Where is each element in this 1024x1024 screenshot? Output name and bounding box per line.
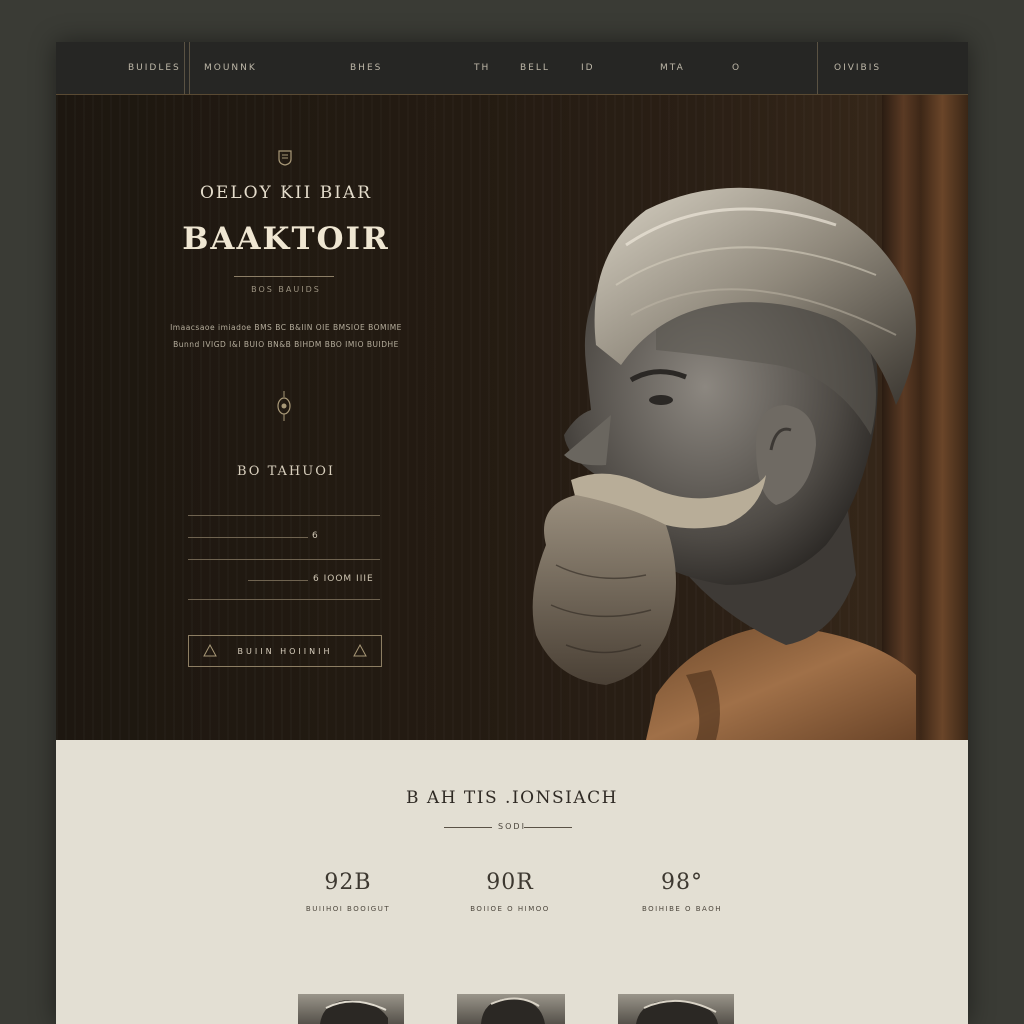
haircut-thumbnail-image: [636, 999, 718, 1024]
nav-divider: [817, 42, 818, 94]
nav-item-5[interactable]: ID: [581, 63, 595, 73]
ornament-icon: [203, 644, 217, 657]
haircut-thumbnail[interactable]: [457, 994, 565, 1024]
services-subtitle: SODI: [498, 822, 526, 831]
form-line: [188, 537, 308, 538]
hero-description: Imaacsaoe imiadoe BMS BC B&IIN OIE BMSIO…: [168, 319, 404, 353]
stat-item: 92B BUIIHOI BOOIGUT: [278, 870, 418, 913]
option-label-1[interactable]: 6: [312, 531, 319, 541]
nav-divider: [184, 42, 185, 94]
book-button[interactable]: BUIIN HOIINIH: [188, 635, 382, 667]
stat-item: 98° BOIHIBE O BAOH: [612, 870, 752, 913]
crest-icon: [278, 150, 292, 166]
nav-left-label[interactable]: BUIDLES: [128, 63, 181, 73]
nav-item-2[interactable]: BHES: [350, 63, 382, 73]
stat-value: 98°: [661, 870, 703, 895]
form-line: [188, 515, 380, 516]
top-nav: BUIDLES MOUNNK BHES TH BELL ID MTA O OIV…: [56, 42, 968, 95]
nav-item-3[interactable]: TH: [474, 63, 490, 73]
hero-description-line: Imaacsaoe imiadoe BMS BC B&IIN OIE BMSIO…: [170, 323, 402, 332]
title-divider: [234, 276, 334, 277]
nav-item-6[interactable]: MTA: [660, 63, 685, 73]
book-button-label: BUIIN HOIINIH: [237, 646, 333, 656]
hero-title: BAAKTOIR: [182, 221, 390, 257]
hero-kicker: OELOY KII BIAR: [199, 183, 373, 203]
hero-description-line: Bunnd IVIGD I&I BUIO BN&B BIHDM BBO IMIO…: [173, 340, 399, 349]
stat-value: 90R: [486, 870, 534, 895]
services-title: B AH TIS .IONSIACH: [406, 788, 618, 808]
page: BUIDLES MOUNNK BHES TH BELL ID MTA O OIV…: [56, 42, 968, 1024]
stat-label: BOIHIBE O BAOH: [641, 905, 722, 913]
stat-item: 90R BOIIOE O HIMOO: [440, 870, 580, 913]
stat-value: 92B: [324, 870, 372, 895]
stat-label: BUIIHOI BOOIGUT: [305, 905, 391, 913]
nav-right-label[interactable]: OIVIBIS: [834, 63, 881, 73]
nav-item-4[interactable]: BELL: [520, 63, 550, 73]
form-line: [188, 559, 380, 560]
barber-portrait-image: [532, 187, 916, 740]
nav-item-1[interactable]: MOUNNK: [204, 63, 257, 73]
booking-section-title: BO TAHUOI: [236, 464, 336, 479]
haircut-thumbnail[interactable]: [298, 994, 404, 1024]
option-label-2[interactable]: 6 IOOM IIIE: [313, 574, 374, 584]
hero-section: OELOY KII BIAR BAAKTOIR BOS BAUIDS Imaac…: [56, 95, 968, 740]
haircut-thumbnail-image: [481, 997, 545, 1024]
form-line: [188, 599, 380, 600]
stat-label: BOIIOE O HIMOO: [470, 905, 550, 913]
nav-item-7[interactable]: O: [732, 63, 741, 73]
hero-tagline: BOS BAUIDS: [251, 285, 321, 294]
form-line: [248, 580, 308, 581]
medallion-icon: [277, 391, 291, 421]
ornament-icon: [353, 644, 367, 657]
services-section: B AH TIS .IONSIACH SODI 92B BUIIHOI BOOI…: [56, 740, 968, 1024]
haircut-thumbnail[interactable]: [618, 994, 734, 1024]
haircut-thumbnail-image: [320, 1000, 388, 1024]
nav-divider: [189, 42, 190, 94]
hero-content: OELOY KII BIAR BAAKTOIR BOS BAUIDS Imaac…: [168, 95, 401, 740]
